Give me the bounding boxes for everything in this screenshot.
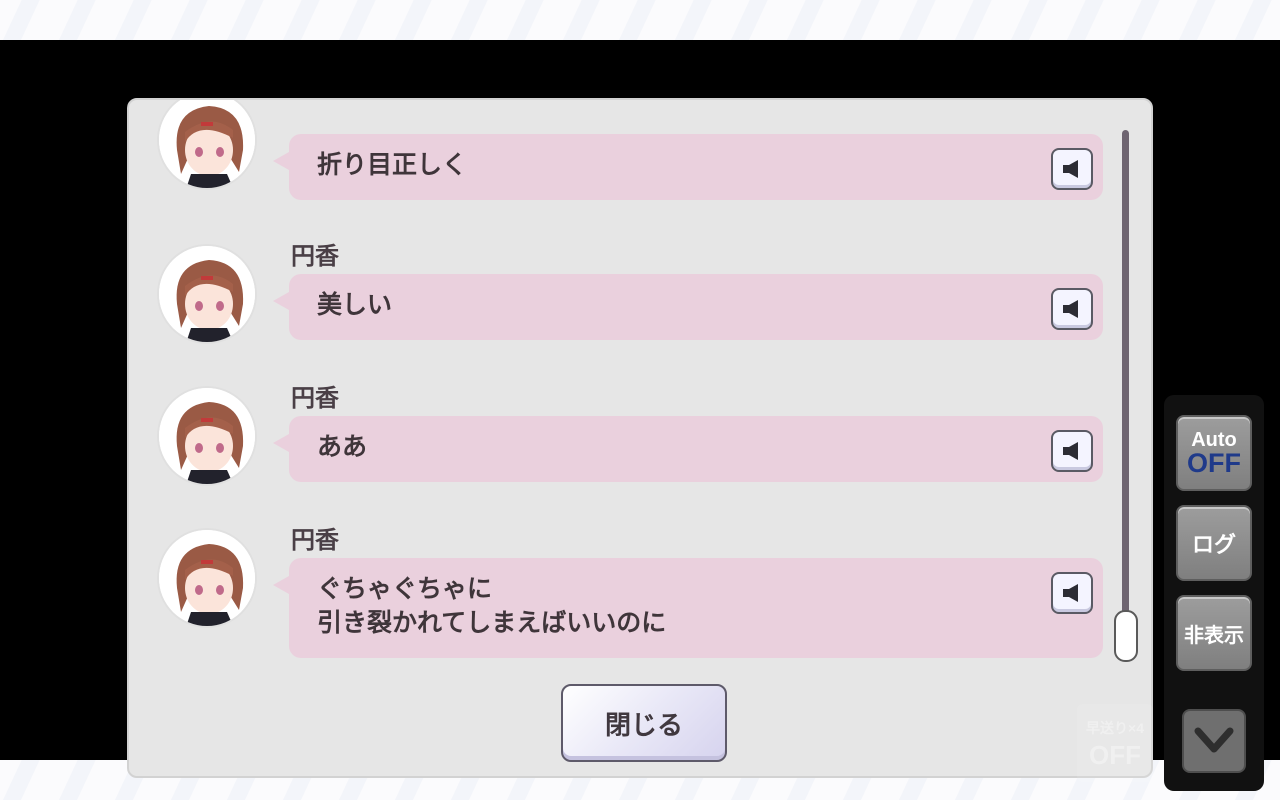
decor-stripe: [441, 0, 493, 40]
decor-stripe: [0, 0, 45, 40]
voice-replay-button[interactable]: [1051, 430, 1093, 472]
decor-stripe: [273, 0, 325, 40]
voice-replay-button[interactable]: [1051, 572, 1093, 614]
dialogue-bubble: 美しい: [273, 274, 1103, 340]
avatar-madoka: [157, 528, 257, 628]
fast-forward-indicator[interactable]: 早送り×4 OFF: [1077, 704, 1153, 782]
speaker-name: 円香: [291, 527, 339, 554]
log-entry: 円香 ぐちゃぐちゃに 引き裂かれてしまえばいいのに: [129, 520, 1119, 670]
log-panel: 折り目正しく 円香 美しい 円香 ああ 円香 ぐちゃぐちゃに 引き裂かれてしまえ…: [127, 98, 1153, 778]
dialogue-text: 折り目正しく: [317, 151, 468, 179]
game-stage: 折り目正しく 円香 美しい 円香 ああ 円香 ぐちゃぐちゃに 引き裂かれてしまえ…: [0, 40, 1280, 791]
scrollbar-thumb[interactable]: [1114, 610, 1138, 662]
dialogue-bubble: ああ: [273, 416, 1103, 482]
dialogue-text: 美しい: [317, 291, 393, 319]
avatar-madoka: [157, 244, 257, 344]
decor-stripe: [497, 0, 549, 40]
decor-stripe: [161, 0, 213, 40]
decor-stripe: [553, 0, 605, 40]
top-decor-band: [0, 0, 1280, 40]
decor-stripe: [329, 0, 381, 40]
log-entry: 折り目正しく: [129, 100, 1119, 206]
decor-stripe: [777, 0, 829, 40]
auto-state: OFF: [1187, 448, 1241, 478]
collapse-button[interactable]: [1182, 709, 1246, 773]
decor-stripe: [217, 0, 269, 40]
decor-stripe: [49, 0, 101, 40]
decor-stripe: [889, 0, 941, 40]
control-sidebar: Auto OFF ログ 非表示: [1164, 395, 1264, 791]
dialogue-bubble: ぐちゃぐちゃに 引き裂かれてしまえばいいのに: [273, 558, 1103, 658]
voice-replay-button[interactable]: [1051, 148, 1093, 190]
auto-label: Auto: [1191, 429, 1237, 451]
speaker-icon: [1063, 160, 1078, 178]
decor-stripe: [0, 760, 45, 800]
speaker-name: 円香: [291, 243, 339, 270]
decor-stripe: [1057, 0, 1109, 40]
dialogue-bubble: 折り目正しく: [273, 134, 1103, 200]
decor-stripe: [945, 0, 997, 40]
speaker-icon: [1063, 584, 1078, 602]
decor-stripe: [1225, 0, 1277, 40]
fast-forward-state: OFF: [1089, 740, 1141, 770]
decor-stripe: [1001, 0, 1053, 40]
speaker-icon: [1063, 300, 1078, 318]
decor-stripe: [1169, 0, 1221, 40]
log-entry: 円香 ああ: [129, 378, 1119, 498]
decor-stripe: [609, 0, 661, 40]
decor-stripe: [385, 0, 437, 40]
auto-button[interactable]: Auto OFF: [1176, 415, 1252, 491]
hide-ui-button[interactable]: 非表示: [1176, 595, 1252, 671]
speaker-icon: [1063, 442, 1078, 460]
log-entry: 円香 美しい: [129, 236, 1119, 356]
scrollbar-track[interactable]: [1122, 130, 1129, 660]
log-button[interactable]: ログ: [1176, 505, 1252, 581]
decor-stripe: [833, 0, 885, 40]
avatar-madoka: [157, 386, 257, 486]
chevron-down-icon: [1194, 727, 1234, 753]
voice-replay-button[interactable]: [1051, 288, 1093, 330]
decor-stripe: [1113, 0, 1165, 40]
fast-forward-label: 早送り×4: [1086, 720, 1144, 736]
dialogue-text: ああ: [317, 433, 368, 461]
decor-stripe: [49, 760, 101, 800]
dialogue-text: ぐちゃぐちゃに 引き裂かれてしまえばいいのに: [317, 575, 667, 637]
decor-stripe: [665, 0, 717, 40]
speaker-name: 円香: [291, 385, 339, 412]
decor-stripe: [721, 0, 773, 40]
decor-stripe: [105, 0, 157, 40]
avatar-madoka: [157, 100, 257, 190]
close-button[interactable]: 閉じる: [561, 684, 727, 762]
